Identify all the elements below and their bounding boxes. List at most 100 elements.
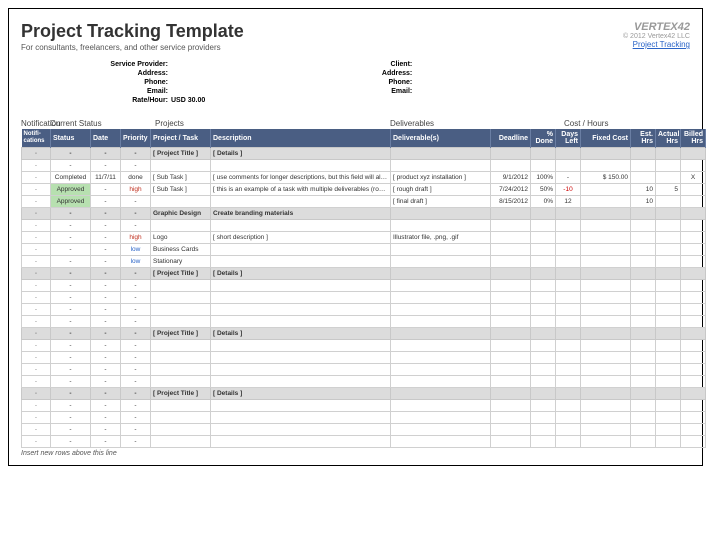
cell — [581, 208, 631, 220]
cell: 50% — [531, 184, 556, 196]
col-actual: Actual Hrs — [656, 129, 681, 148]
cell: - — [51, 424, 91, 436]
section-status: Current Status — [50, 119, 155, 129]
cell — [656, 340, 681, 352]
project-tracking-link[interactable]: Project Tracking — [633, 40, 690, 49]
cell: - — [91, 208, 121, 220]
footnote: Insert new rows above this line — [21, 450, 690, 457]
cell: [ Project Title ] — [151, 148, 211, 160]
cell — [491, 268, 531, 280]
cell — [681, 364, 706, 376]
table-row: ---- — [22, 316, 706, 328]
cell — [391, 244, 491, 256]
cell: [ this is an example of a task with mult… — [211, 184, 391, 196]
cell — [556, 256, 581, 268]
cell — [151, 292, 211, 304]
cell — [656, 436, 681, 448]
table-row: ----[ Project Title ][ Details ] — [22, 148, 706, 160]
cell — [211, 160, 391, 172]
cell: done — [121, 172, 151, 184]
cell — [531, 376, 556, 388]
cell — [151, 424, 211, 436]
cell — [656, 256, 681, 268]
cell: - — [121, 364, 151, 376]
cell — [391, 388, 491, 400]
cell — [656, 196, 681, 208]
cell — [531, 220, 556, 232]
info-blocks: Service Provider: Address: Phone: Email:… — [101, 60, 690, 105]
cell — [556, 220, 581, 232]
cell — [581, 316, 631, 328]
brand-block: VERTEX42 © 2012 Vertex42 LLC Project Tra… — [623, 21, 690, 49]
section-cost: Cost / Hours — [560, 119, 690, 129]
cell — [151, 376, 211, 388]
table-row: ---- — [22, 352, 706, 364]
cell — [581, 352, 631, 364]
cell — [211, 304, 391, 316]
table-row: -Completed11/7/11done[ Sub Task ][ use c… — [22, 172, 706, 184]
cell — [681, 316, 706, 328]
table-row: ----[ Project Title ][ Details ] — [22, 388, 706, 400]
label-caddr: Address: — [345, 69, 415, 78]
label-sp: Service Provider: — [101, 60, 171, 69]
cell — [581, 304, 631, 316]
cell — [556, 280, 581, 292]
cell — [581, 256, 631, 268]
cell — [681, 400, 706, 412]
cell: - — [22, 412, 51, 424]
label-email: Email: — [101, 87, 171, 96]
client-block: Client: Address: Phone: Email: — [345, 60, 415, 105]
cell — [581, 184, 631, 196]
cell — [391, 364, 491, 376]
cell: - — [51, 220, 91, 232]
cell: 10 — [631, 184, 656, 196]
label-phone: Phone: — [101, 78, 171, 87]
cell — [391, 340, 491, 352]
cell: - — [121, 436, 151, 448]
cell — [491, 232, 531, 244]
cell — [531, 352, 556, 364]
cell: 9/1/2012 — [491, 172, 531, 184]
cell: - — [51, 316, 91, 328]
cell — [581, 148, 631, 160]
cell — [211, 412, 391, 424]
table-row: ----[ Project Title ][ Details ] — [22, 328, 706, 340]
cell — [681, 244, 706, 256]
cell — [556, 328, 581, 340]
cell — [556, 208, 581, 220]
table-row: ---- — [22, 304, 706, 316]
cell — [581, 328, 631, 340]
cell — [681, 340, 706, 352]
cell — [151, 364, 211, 376]
cell: - — [22, 268, 51, 280]
cell: - — [51, 388, 91, 400]
cell — [556, 304, 581, 316]
cell — [211, 316, 391, 328]
cell: - — [22, 196, 51, 208]
cell — [151, 340, 211, 352]
cell — [391, 316, 491, 328]
cell — [391, 208, 491, 220]
cell: - — [91, 352, 121, 364]
cell: - — [51, 352, 91, 364]
cell: - — [91, 160, 121, 172]
cell — [151, 304, 211, 316]
cell: - — [51, 160, 91, 172]
cell: - — [51, 436, 91, 448]
col-desc: Description — [211, 129, 391, 148]
table-header: Notifi-cations Status Date Priority Proj… — [22, 129, 706, 148]
cell — [556, 292, 581, 304]
cell: - — [51, 292, 91, 304]
cell — [531, 436, 556, 448]
cell — [491, 220, 531, 232]
table-body: ----[ Project Title ][ Details ]-----Com… — [22, 148, 706, 448]
cell: - — [121, 424, 151, 436]
cell — [556, 268, 581, 280]
cell — [681, 292, 706, 304]
cell: - — [51, 304, 91, 316]
label-rate: Rate/Hour: — [101, 96, 171, 105]
cell — [581, 424, 631, 436]
cell — [211, 340, 391, 352]
cell: - — [91, 424, 121, 436]
cell — [556, 352, 581, 364]
